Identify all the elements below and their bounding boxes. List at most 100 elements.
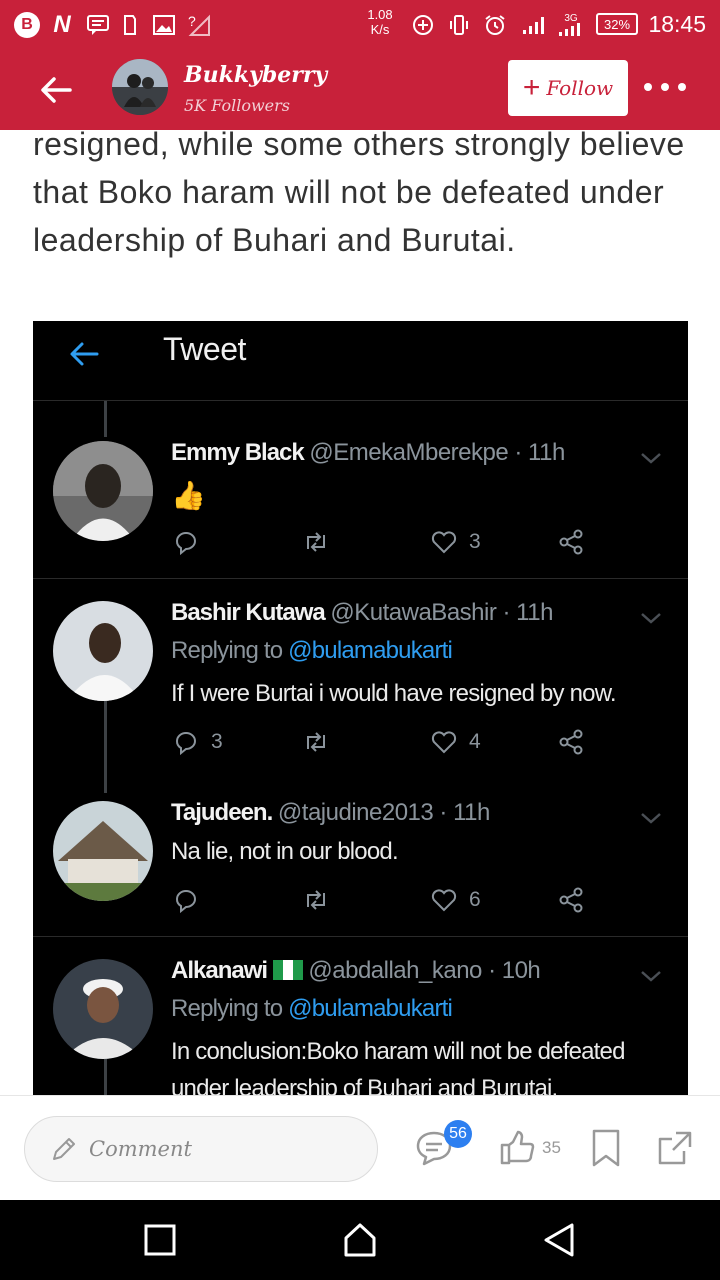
tweet-text: If I were Burtai i would have resigned b… [171,680,617,707]
heart-icon [431,731,457,754]
share-icon [559,529,583,555]
tweet-author: Alkanawi @abdallah_kano · 10h [171,957,541,984]
tweet-item: Bashir Kutawa @KutawaBashir · 11h Replyi… [33,579,688,779]
tweet-author: Tajudeen. @tajudine2013 · 11h [171,799,490,826]
tweet-author: Bashir Kutawa @KutawaBashir · 11h [171,599,553,626]
reply-action: 3 [171,725,223,759]
retweet-icon [307,532,325,552]
retweet-action [301,525,331,559]
nigeria-flag-icon [272,960,303,980]
tweet-header: Tweet [33,321,688,401]
tweet-replying-to: Replying to @bulamabukarti [171,995,453,1022]
heart-icon [431,531,457,554]
thumbs-up-icon [500,1130,535,1165]
signal-alert-icon: ? [186,12,214,38]
author-avatar[interactable] [112,59,168,115]
comment-placeholder: Comment [89,1137,192,1161]
pencil-icon [53,1138,75,1160]
news-app-icon: N [53,11,71,38]
share-button[interactable] [656,1126,694,1170]
tweet-avatar [53,601,153,701]
article-paragraph: resigned, while some others strongly bel… [33,126,685,258]
heart-icon [431,889,457,912]
signal-strength-icon [520,12,550,38]
svg-text:?: ? [188,13,196,29]
reply-action [171,883,211,917]
alarm-icon [482,12,508,38]
chevron-down-icon [641,453,661,464]
external-share-icon [658,1131,692,1165]
tweet-replying-to: Replying to @bulamabukarti [171,637,453,664]
retweet-icon [307,890,325,910]
tweet-screenshot-image[interactable]: Tweet Emmy Black @EmekaMberekpe · 11h 👍 … [33,321,688,1101]
retweet-icon [307,732,325,752]
tweet-actions: 3 [171,525,651,559]
tweet-actions: 6 [171,883,651,917]
sim-card-icon [120,12,140,38]
top-bar: B N ? 1.08 K/s 3G 32% 18:45 Bukkyberry 5… [0,0,720,130]
share-icon [559,729,583,755]
reply-icon [176,532,196,556]
share-action [556,725,586,759]
more-dot-icon [661,83,669,91]
system-navigation-bar [0,1200,720,1280]
tweet-item: Tajudeen. @tajudine2013 · 11h Na lie, no… [33,779,688,937]
plus-icon: + [522,71,541,104]
retweet-action [301,883,331,917]
recents-button[interactable] [140,1220,180,1260]
reply-icon [176,890,196,914]
status-bar: B N ? 1.08 K/s 3G 32% 18:45 [0,0,720,50]
like-action: 6 [429,883,481,917]
follow-label: Follow [546,76,614,100]
like-button[interactable]: 35 [498,1126,561,1170]
comment-input[interactable]: Comment [24,1116,378,1182]
home-button[interactable] [340,1220,380,1260]
chevron-down-icon [641,613,661,624]
follow-button[interactable]: + Follow [508,60,628,116]
more-options-button[interactable] [640,72,690,102]
more-dot-icon [644,83,652,91]
more-dot-icon [678,83,686,91]
tweet-item: Emmy Black @EmekaMberekpe · 11h 👍 3 [33,401,688,579]
tweet-item: Alkanawi @abdallah_kano · 10h Replying t… [33,937,688,1101]
tweet-text: In conclusion:Boko haram will not be def… [171,1038,625,1101]
retweet-action [301,725,331,759]
bookmark-button[interactable] [590,1126,622,1170]
author-name[interactable]: Bukkyberry [184,62,327,88]
tweet-text: Na lie, not in our blood. [171,838,399,865]
network-speed: 1.08 K/s [367,7,393,37]
network-3g-icon: 3G [554,12,588,38]
comment-count-badge: 56 [444,1120,472,1148]
reply-action [171,525,211,559]
tweet-avatar [53,801,153,901]
share-icon [559,887,583,913]
tweet-author: Emmy Black @EmekaMberekpe · 11h [171,439,565,466]
back-arrow-icon [41,77,72,103]
tweet-text: 👍 [171,480,206,511]
bookmark-icon [592,1129,620,1167]
tweet-title: Tweet [163,331,246,367]
vibrate-icon [446,12,472,38]
follower-count: 5K Followers [184,96,290,115]
message-icon [84,12,112,38]
tweet-avatar [53,441,153,541]
reply-icon [176,732,196,756]
tweet-back-arrow-icon [70,342,99,366]
tweet-actions: 3 4 [171,725,651,759]
back-button[interactable] [34,68,78,112]
app-root: B N ? 1.08 K/s 3G 32% 18:45 Bukkyberry 5… [0,0,720,1280]
like-action: 4 [429,725,481,759]
share-action [556,525,586,559]
like-count: 35 [542,1138,561,1157]
article-header: Bukkyberry 5K Followers + Follow [0,50,720,130]
like-action: 3 [429,525,481,559]
chevron-down-icon [641,813,661,824]
tweet-avatar [53,959,153,1059]
battery-indicator: 32% [596,13,638,35]
image-icon [150,12,178,38]
clock: 18:45 [648,11,706,37]
comment-bar: Comment 35 [0,1095,720,1200]
share-action [556,883,586,917]
data-saver-icon [410,12,436,38]
system-back-button[interactable] [540,1220,580,1260]
